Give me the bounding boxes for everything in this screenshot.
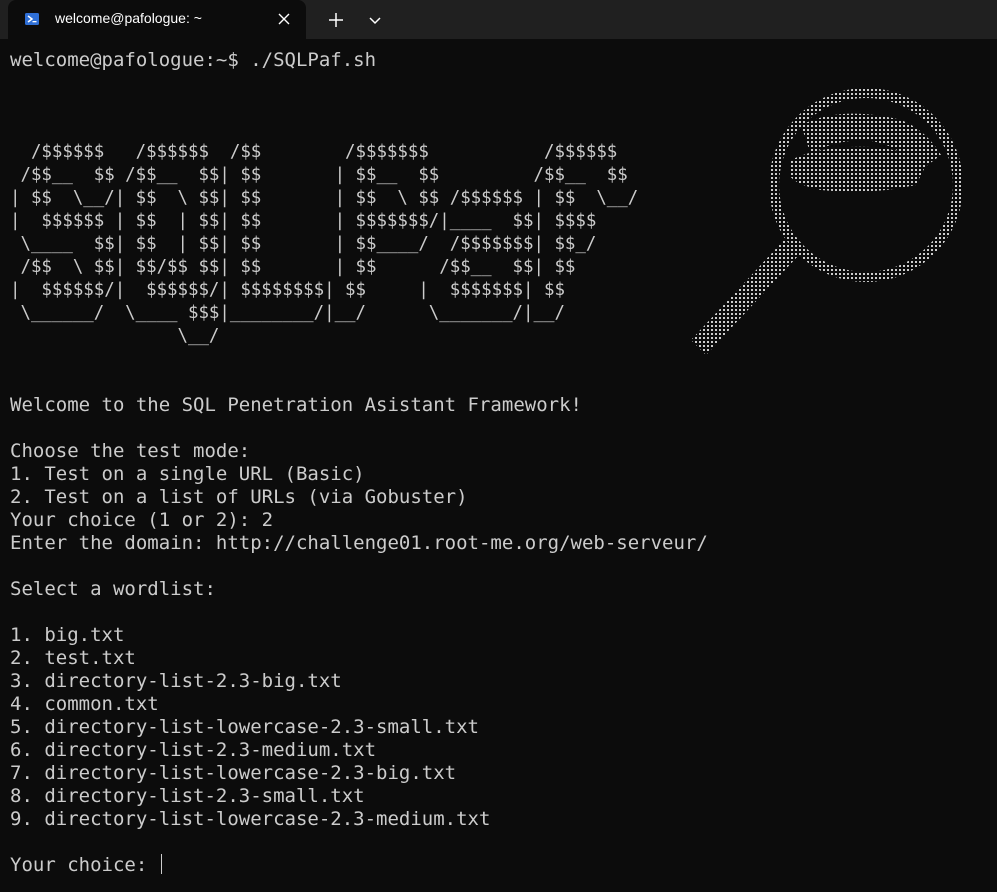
close-icon[interactable] [274,9,294,29]
terminal-output[interactable]: welcome@pafologue:~$ ./SQLPaf.sh /$$$$$$… [10,49,990,892]
wordlist-item: 9. directory-list-lowercase-2.3-medium.t… [10,808,491,830]
final-prompt-line[interactable]: Your choice: [10,854,162,877]
powershell-icon [25,13,39,25]
wordlist-item: 1. big.txt [10,624,125,646]
wordlist-item: 5. directory-list-lowercase-2.3-small.tx… [10,716,479,738]
mode-option-2: 2. Test on a list of URLs (via Gobuster) [10,486,468,508]
wordlist-item: 8. directory-list-2.3-small.txt [10,785,365,807]
wordlist-item: 7. directory-list-lowercase-2.3-big.txt [10,762,457,784]
magnifying-glass-ascii-icon [691,88,963,355]
choice-prompt: Your choice (1 or 2): 2 [10,509,274,531]
tab-title: welcome@pafologue: ~ [55,10,202,26]
wordlist-item: 3. directory-list-2.3-big.txt [10,670,342,692]
plus-icon[interactable] [325,9,347,31]
prompt-line: welcome@pafologue:~$ ./SQLPaf.sh [10,49,377,71]
final-prompt: Your choice: [10,854,159,876]
wordlist-item: 4. common.txt [10,693,159,715]
mode-option-1: 1. Test on a single URL (Basic) [10,463,365,485]
welcome-message: Welcome to the SQL Penetration Asistant … [10,394,582,416]
title-bar: welcome@pafologue: ~ [0,0,997,39]
domain-prompt: Enter the domain: http://challenge01.roo… [10,532,708,554]
wordlist-item: 6. directory-list-2.3-medium.txt [10,739,377,761]
text-cursor [160,854,162,874]
choose-mode-label: Choose the test mode: [10,440,251,462]
select-wordlist-label: Select a wordlist: [10,578,216,600]
sqlpaf-ascii-banner: /$$$$$$ /$$$$$$ /$$ /$$$$$$$ /$$$$$$ /$$… [10,142,639,346]
wordlist-item: 2. test.txt [10,647,136,669]
terminal-tab[interactable]: welcome@pafologue: ~ [8,0,306,39]
chevron-down-icon[interactable] [364,9,386,31]
